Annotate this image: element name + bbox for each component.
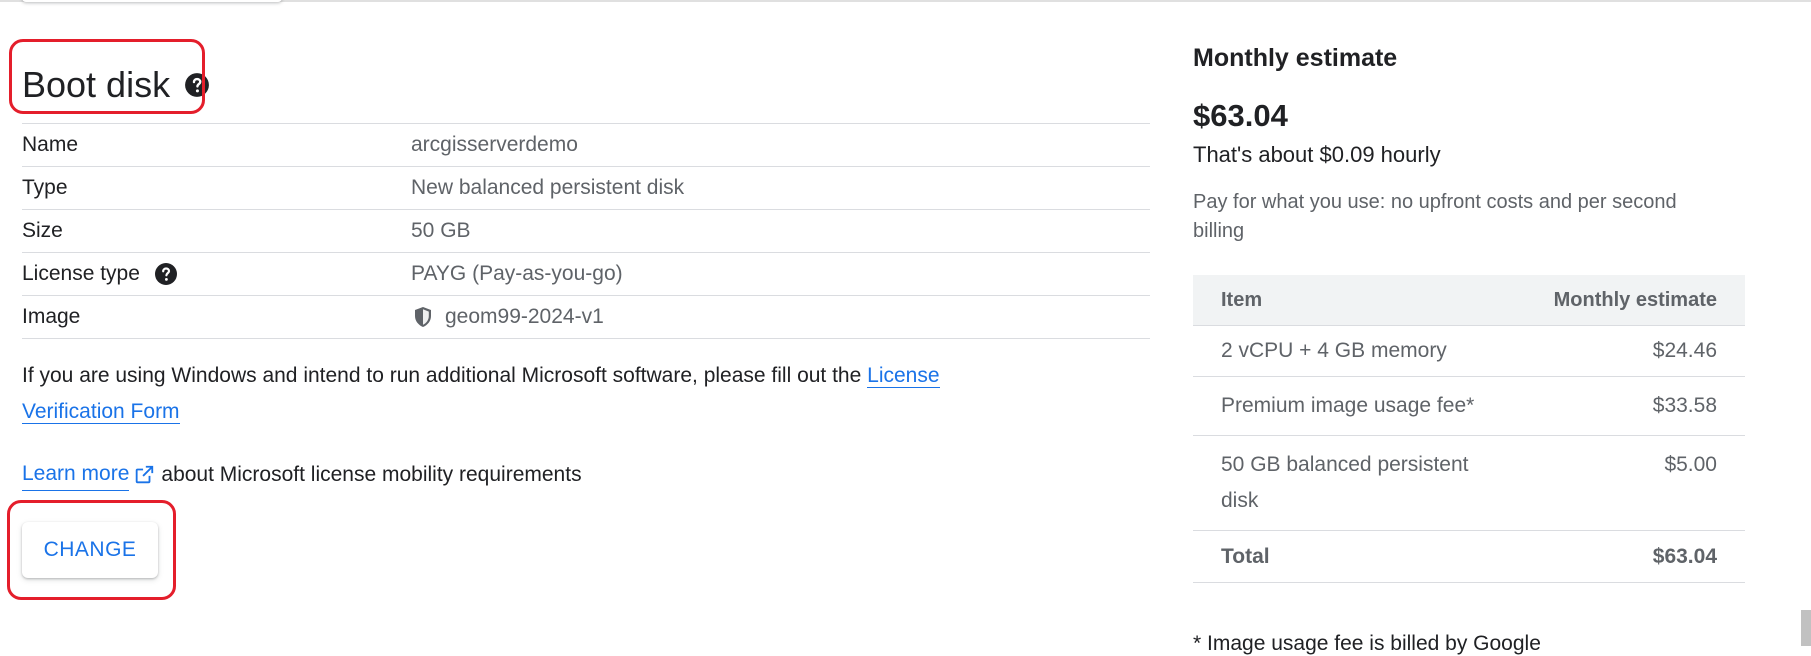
cost-row: 50 GB balanced persistent disk $5.00 [1193,436,1745,531]
estimate-note: Pay for what you use: no upfront costs a… [1193,191,1677,242]
cost-item-name: 2 vCPU + 4 GB memory [1221,339,1447,362]
estimate-amount: $63.04 [1193,98,1288,133]
detail-label: Size [22,219,63,242]
detail-label: License type [22,262,140,285]
detail-label: Image [22,305,81,328]
highlight-box-title [9,39,205,114]
detail-value: New balanced persistent disk [411,176,685,199]
detail-row-license-type: License type PAYG (Pay-as-you-go) [22,252,1150,295]
help-icon[interactable] [154,262,178,286]
cost-item-value: $5.00 [1664,453,1717,476]
detail-value: arcgisserverdemo [411,133,578,156]
detail-value: PAYG (Pay-as-you-go) [411,262,623,285]
total-value: $63.04 [1652,544,1717,568]
header-item: Item [1221,288,1263,311]
cost-item-value: $33.58 [1652,394,1717,417]
previous-card-edge [22,0,282,2]
cost-item-value: $24.46 [1652,339,1717,362]
detail-value-image: geom99-2024-v1 [411,305,604,329]
estimate-heading: Monthly estimate [1193,44,1398,72]
header-cost: Monthly estimate [1553,288,1717,311]
cost-total-row: Total $63.04 [1193,531,1745,583]
highlight-box-change [7,500,176,600]
detail-label: Type [22,176,68,199]
shield-icon [411,305,435,329]
detail-row-size: Size 50 GB [22,209,1150,252]
boot-disk-details-table: Name arcgisserverdemo Type New balanced … [22,123,1150,339]
detail-row-image: Image geom99-2024-v1 [22,295,1150,339]
notice-text: If you are using Windows and intend to r… [22,364,862,387]
detail-row-name: Name arcgisserverdemo [22,123,1150,166]
detail-value: 50 GB [411,219,471,242]
image-name: geom99-2024-v1 [445,305,604,328]
estimate-footnote: * Image usage fee is billed by Google [1193,632,1541,655]
estimate-hourly: That's about $0.09 hourly [1193,142,1441,167]
scrollbar-thumb[interactable] [1801,610,1811,646]
cost-item-name: Premium image usage fee* [1221,394,1475,417]
learn-more-link[interactable]: Learn more [22,458,130,491]
cost-table: Item Monthly estimate 2 vCPU + 4 GB memo… [1193,275,1745,583]
detail-label: Name [22,133,79,156]
cost-row: Premium image usage fee* $33.58 [1193,377,1745,436]
cost-table-header: Item Monthly estimate [1193,275,1745,326]
cost-item-name: 50 GB balanced persistent disk [1221,453,1469,512]
detail-row-type: Type New balanced persistent disk [22,166,1150,209]
external-link-icon[interactable] [133,464,155,486]
cost-row: 2 vCPU + 4 GB memory $24.46 [1193,326,1745,377]
license-notice: If you are using Windows and intend to r… [22,358,962,430]
learn-more-suffix: about Microsoft license mobility require… [161,462,582,486]
total-label: Total [1221,544,1270,568]
learn-more-line: Learn more about Microsoft license mobil… [22,458,582,491]
detail-label-with-help: License type [22,262,411,286]
